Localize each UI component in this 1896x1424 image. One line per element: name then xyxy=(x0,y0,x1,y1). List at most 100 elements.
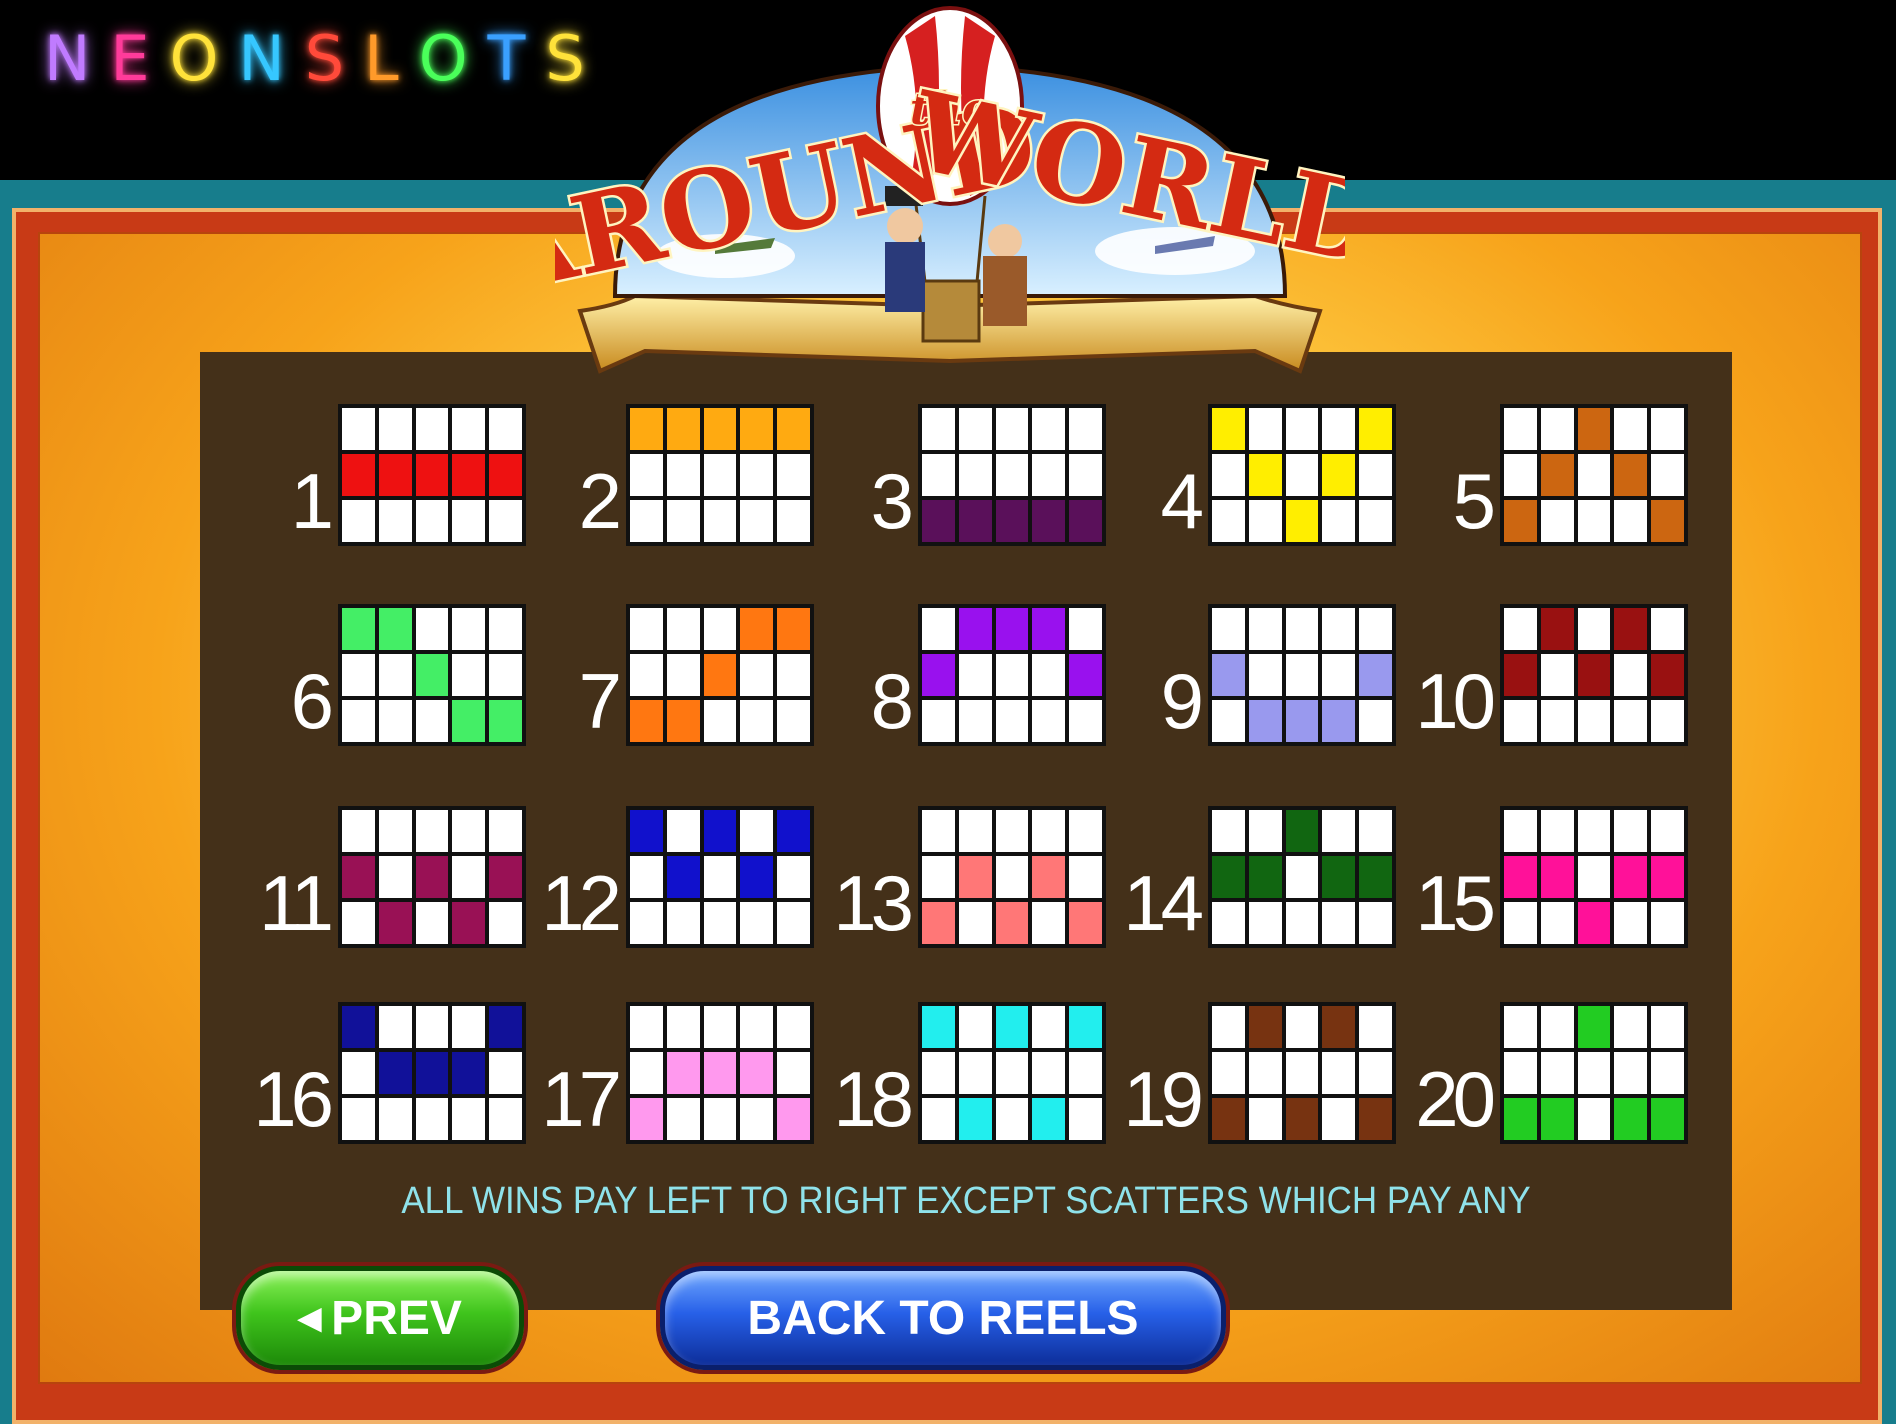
payline-cell xyxy=(1577,608,1611,650)
payline-number: 2 xyxy=(578,457,622,545)
payline-cell xyxy=(1540,500,1574,542)
payline-cell xyxy=(452,1098,486,1140)
payline-cell xyxy=(489,500,522,542)
payline-pattern xyxy=(1208,404,1396,546)
payline-cell xyxy=(1248,700,1282,742)
payline-cell xyxy=(1212,608,1245,650)
payline-cell xyxy=(1651,1052,1684,1094)
payline-cell xyxy=(1248,1006,1282,1048)
payline-cell xyxy=(995,408,1029,450)
payline-cell xyxy=(342,500,375,542)
payline-pattern xyxy=(626,404,814,546)
payline-cell xyxy=(1322,856,1356,898)
payline-pattern xyxy=(918,806,1106,948)
payline-cell xyxy=(1540,700,1574,742)
payline-cell xyxy=(1504,1052,1537,1094)
payline-pattern xyxy=(338,1002,526,1144)
payline-number: 1 xyxy=(290,457,334,545)
payline-cell xyxy=(1032,654,1066,696)
payline-cell xyxy=(1614,700,1648,742)
payline-cell xyxy=(1285,902,1319,944)
payline-cell xyxy=(1359,810,1392,852)
payline-cell xyxy=(740,810,774,852)
payline-cell xyxy=(1032,1006,1066,1048)
payline-cell xyxy=(1285,608,1319,650)
payline-cell xyxy=(1359,902,1392,944)
payline-cell xyxy=(1540,454,1574,496)
payline-cell xyxy=(489,454,522,496)
payline-cell xyxy=(666,1006,700,1048)
payline-cell xyxy=(1212,408,1245,450)
payline-cell xyxy=(777,454,810,496)
payline-pattern xyxy=(1208,1002,1396,1144)
payline-number: 7 xyxy=(578,657,622,745)
payline-cell xyxy=(703,1006,737,1048)
payline-cell xyxy=(1577,810,1611,852)
payline-cell xyxy=(1504,700,1537,742)
payline-cell xyxy=(630,902,663,944)
payline-cell xyxy=(740,608,774,650)
payline-cell xyxy=(740,408,774,450)
payline-cell xyxy=(1032,454,1066,496)
payline-cell xyxy=(1651,608,1684,650)
payline-cell xyxy=(452,902,486,944)
payline-cell xyxy=(378,902,412,944)
payline-cell xyxy=(452,700,486,742)
payline-cell xyxy=(995,902,1029,944)
payline-cell xyxy=(1248,1098,1282,1140)
payline-pattern xyxy=(626,1002,814,1144)
payline-cell xyxy=(452,1006,486,1048)
payline-cell xyxy=(666,454,700,496)
payline-cell xyxy=(777,700,810,742)
payline-cell xyxy=(1614,500,1648,542)
payline-cell xyxy=(703,500,737,542)
brand-letter: E xyxy=(110,22,160,95)
payline-cell xyxy=(452,1052,486,1094)
payline-cell xyxy=(995,454,1029,496)
payline-cell xyxy=(489,1098,522,1140)
payline-cell xyxy=(1359,856,1392,898)
around-the-world-logo: AROUND the WORLD xyxy=(555,6,1345,374)
payline-cell xyxy=(1359,608,1392,650)
payline-cell xyxy=(703,902,737,944)
payline-cell xyxy=(740,700,774,742)
payline-cell xyxy=(1322,1006,1356,1048)
payline-cell xyxy=(922,408,955,450)
payline-cell xyxy=(1577,654,1611,696)
payline-cell xyxy=(378,1098,412,1140)
payline-cell xyxy=(922,902,955,944)
back-to-reels-button[interactable]: BACK TO REELS xyxy=(660,1266,1226,1370)
payline-number: 8 xyxy=(870,657,914,745)
payline-cell xyxy=(922,1052,955,1094)
payline-cell xyxy=(995,1098,1029,1140)
payline-cell xyxy=(1540,856,1574,898)
payline-cell xyxy=(1651,856,1684,898)
payline-cell xyxy=(452,856,486,898)
payline-cell xyxy=(1359,1098,1392,1140)
payline-cell xyxy=(740,1006,774,1048)
payline-cell xyxy=(995,608,1029,650)
payline-cell xyxy=(1651,700,1684,742)
payline-cell xyxy=(1614,654,1648,696)
payline-number: 18 xyxy=(833,1055,914,1143)
payline-cell xyxy=(1577,1052,1611,1094)
payline-cell xyxy=(1069,500,1102,542)
payline-cell xyxy=(666,1052,700,1094)
payline-cell xyxy=(1614,1006,1648,1048)
prev-button[interactable]: ◀ PREV xyxy=(236,1266,524,1370)
payline-cell xyxy=(415,608,449,650)
payline-cell xyxy=(489,700,522,742)
payline-cell xyxy=(489,810,522,852)
payline-cell xyxy=(1651,810,1684,852)
payline-cell xyxy=(703,408,737,450)
payline-cell xyxy=(1359,454,1392,496)
payline-cell xyxy=(415,1006,449,1048)
payline-cell xyxy=(1032,408,1066,450)
payline-cell xyxy=(666,1098,700,1140)
payline-cell xyxy=(666,654,700,696)
payline-cell xyxy=(378,454,412,496)
brand-letter: O xyxy=(418,22,478,95)
payline-cell xyxy=(1504,454,1537,496)
payline-cell xyxy=(703,700,737,742)
payline-cell xyxy=(777,810,810,852)
